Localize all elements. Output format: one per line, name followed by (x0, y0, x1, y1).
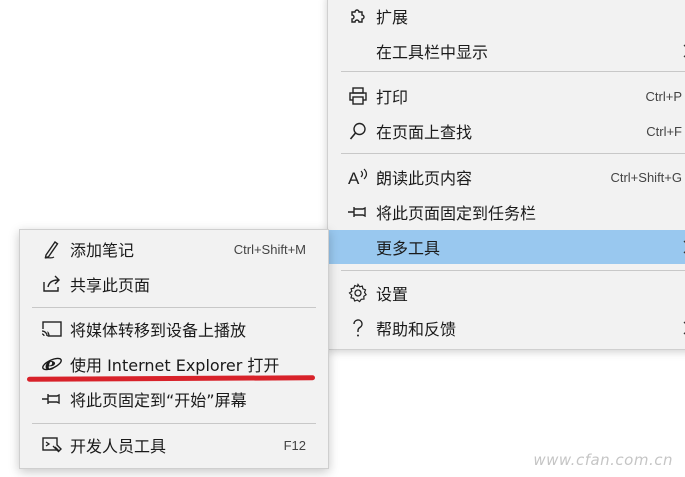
menu-item-label: 朗读此页内容 (376, 169, 473, 188)
menu-item-more-tools[interactable]: 更多工具 (328, 230, 685, 264)
svg-text:e: e (45, 355, 56, 374)
shortcut-text: Ctrl+P (645, 88, 682, 104)
menu-item-show-in-toolbar[interactable]: 在工具栏中显示 (328, 34, 685, 68)
cast-icon (40, 317, 64, 341)
submenu-divider (32, 307, 316, 308)
gear-icon (346, 281, 370, 305)
watermark: www.cfan.com.cn (533, 451, 673, 469)
submenu-item-label: 将此页固定到“开始”屏幕 (70, 391, 247, 410)
menu-item-label: 扩展 (376, 8, 409, 27)
devtools-icon (40, 433, 64, 457)
pin-icon (346, 200, 370, 224)
submenu-divider (32, 423, 316, 424)
more-tools-submenu: 添加笔记 Ctrl+Shift+M 共享此页面 将媒体转移到设备上播放 e 使用… (19, 229, 329, 469)
submenu-item-add-notes[interactable]: 添加笔记 Ctrl+Shift+M (20, 232, 328, 266)
menu-item-label: 将此页面固定到任务栏 (376, 204, 537, 223)
submenu-item-pin-to-start[interactable]: 将此页固定到“开始”屏幕 (20, 382, 328, 416)
share-icon (40, 272, 64, 296)
submenu-item-label: 共享此页面 (70, 276, 151, 295)
menu-divider (341, 71, 685, 72)
menu-divider (341, 153, 685, 154)
puzzle-icon (346, 4, 370, 28)
menu-item-label: 帮助和反馈 (376, 320, 457, 339)
menu-item-help-feedback[interactable]: 帮助和反馈 (328, 311, 685, 345)
menu-item-read-aloud[interactable]: A 朗读此页内容 Ctrl+Shift+G (328, 160, 685, 194)
submenu-item-label: 使用 Internet Explorer 打开 (70, 356, 280, 375)
main-context-menu: 扩展 在工具栏中显示 打印 Ctrl+P 在页面上查找 Ctrl+F A 朗读此… (327, 0, 685, 350)
printer-icon (346, 84, 370, 108)
menu-item-label: 打印 (376, 88, 409, 107)
pin-icon (40, 387, 64, 411)
read-aloud-icon: A (346, 165, 370, 189)
shortcut-text: F12 (283, 437, 306, 453)
submenu-item-label: 将媒体转移到设备上播放 (70, 321, 247, 340)
menu-item-label: 更多工具 (376, 239, 441, 258)
submenu-item-share-page[interactable]: 共享此页面 (20, 267, 328, 301)
menu-item-extensions[interactable]: 扩展 (328, 0, 685, 33)
pen-icon (40, 237, 64, 261)
menu-item-print[interactable]: 打印 Ctrl+P (328, 79, 685, 113)
menu-item-label: 在页面上查找 (376, 123, 473, 142)
menu-item-label: 在工具栏中显示 (376, 43, 489, 62)
submenu-item-label: 添加笔记 (70, 241, 135, 260)
submenu-item-cast-media[interactable]: 将媒体转移到设备上播放 (20, 312, 328, 346)
menu-item-find-on-page[interactable]: 在页面上查找 Ctrl+F (328, 114, 685, 148)
svg-text:A: A (348, 169, 360, 187)
menu-item-label: 设置 (376, 285, 409, 304)
question-icon (346, 316, 370, 340)
submenu-item-label: 开发人员工具 (70, 437, 167, 456)
shortcut-text: Ctrl+Shift+M (233, 241, 306, 257)
shortcut-text: Ctrl+Shift+G (610, 169, 682, 185)
submenu-item-developer-tools[interactable]: 开发人员工具 F12 (20, 428, 328, 462)
menu-item-settings[interactable]: 设置 (328, 276, 685, 310)
ie-icon: e (40, 352, 64, 376)
shortcut-text: Ctrl+F (646, 123, 682, 139)
menu-item-pin-to-taskbar[interactable]: 将此页面固定到任务栏 (328, 195, 685, 229)
menu-divider (341, 270, 685, 271)
search-icon (346, 119, 370, 143)
